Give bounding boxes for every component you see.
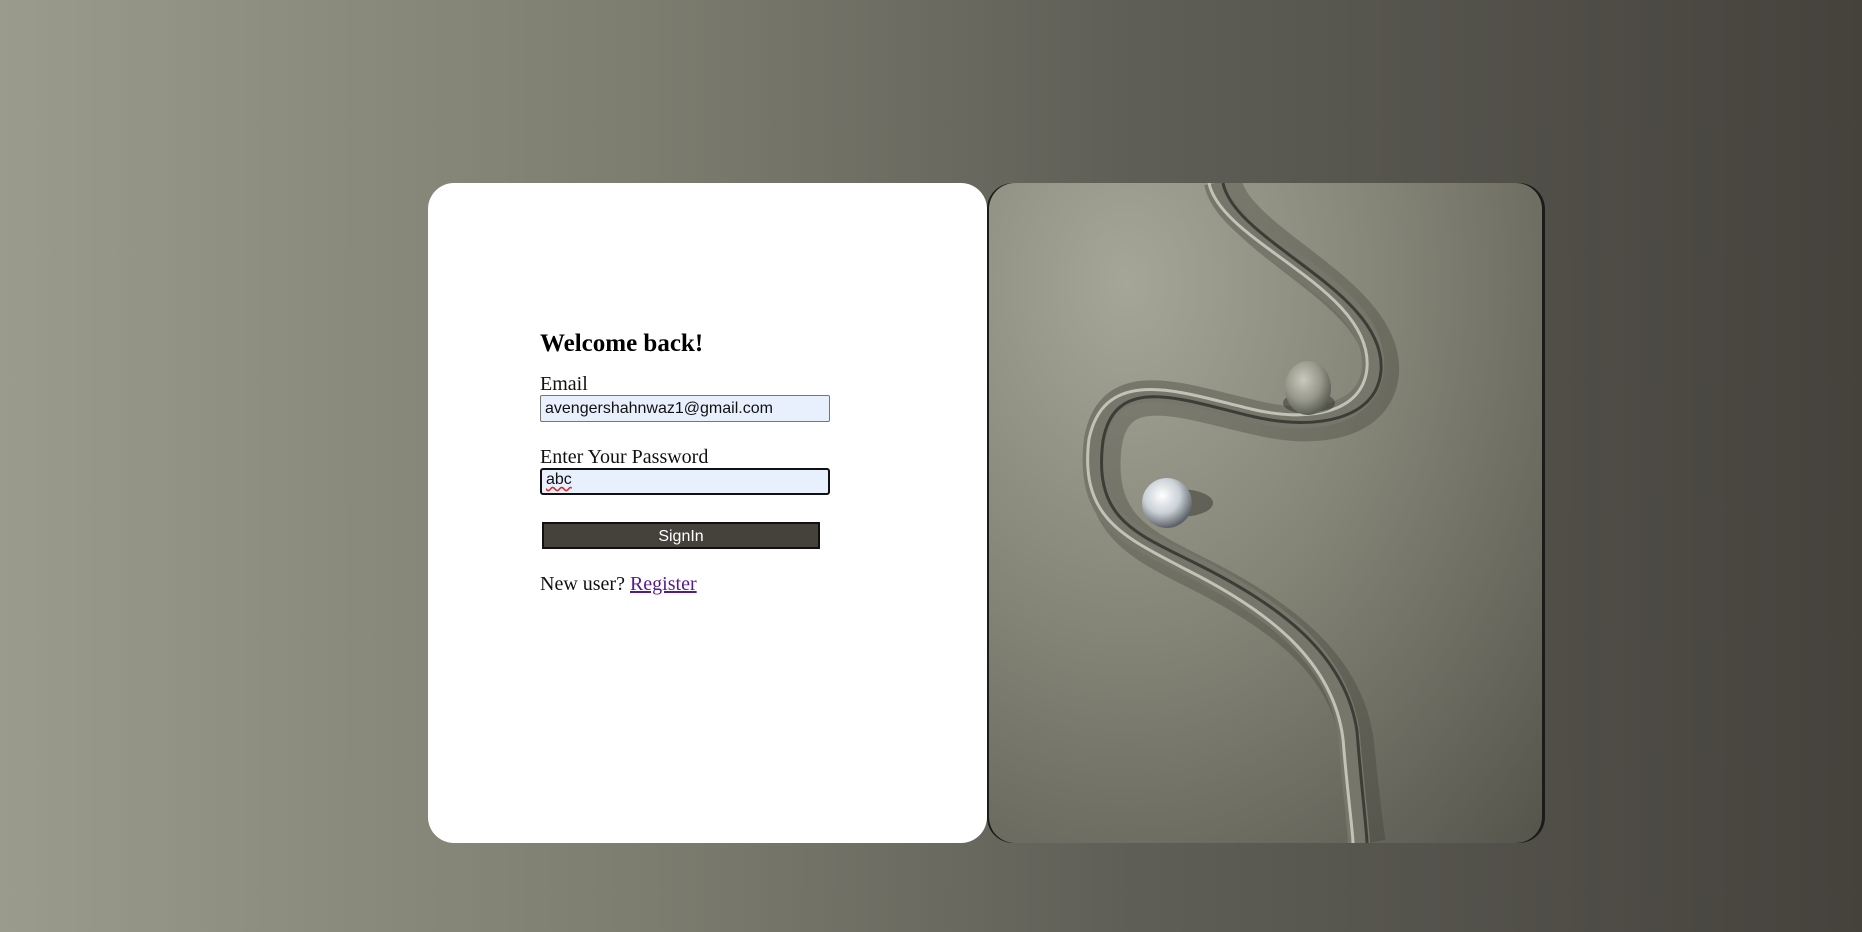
login-form: Welcome back! Email Enter Your Password … bbox=[540, 329, 840, 596]
page-title: Welcome back! bbox=[540, 330, 704, 357]
gray-sphere bbox=[1285, 361, 1331, 415]
new-user-text: New user? bbox=[540, 573, 625, 595]
white-sphere bbox=[1142, 478, 1192, 528]
register-prompt: New user? Register bbox=[540, 573, 840, 596]
email-field[interactable] bbox=[540, 395, 830, 422]
login-card: Welcome back! Email Enter Your Password … bbox=[428, 183, 987, 843]
abstract-ribbon-spheres-image bbox=[1082, 183, 1399, 843]
illustration-panel bbox=[987, 183, 1545, 843]
password-field[interactable]: abc bbox=[540, 468, 830, 495]
email-label: Email bbox=[540, 373, 588, 395]
signin-button[interactable]: SignIn bbox=[542, 522, 820, 549]
register-link[interactable]: Register bbox=[630, 573, 697, 595]
password-value: abc bbox=[546, 471, 572, 488]
password-label: Enter Your Password bbox=[540, 446, 709, 468]
